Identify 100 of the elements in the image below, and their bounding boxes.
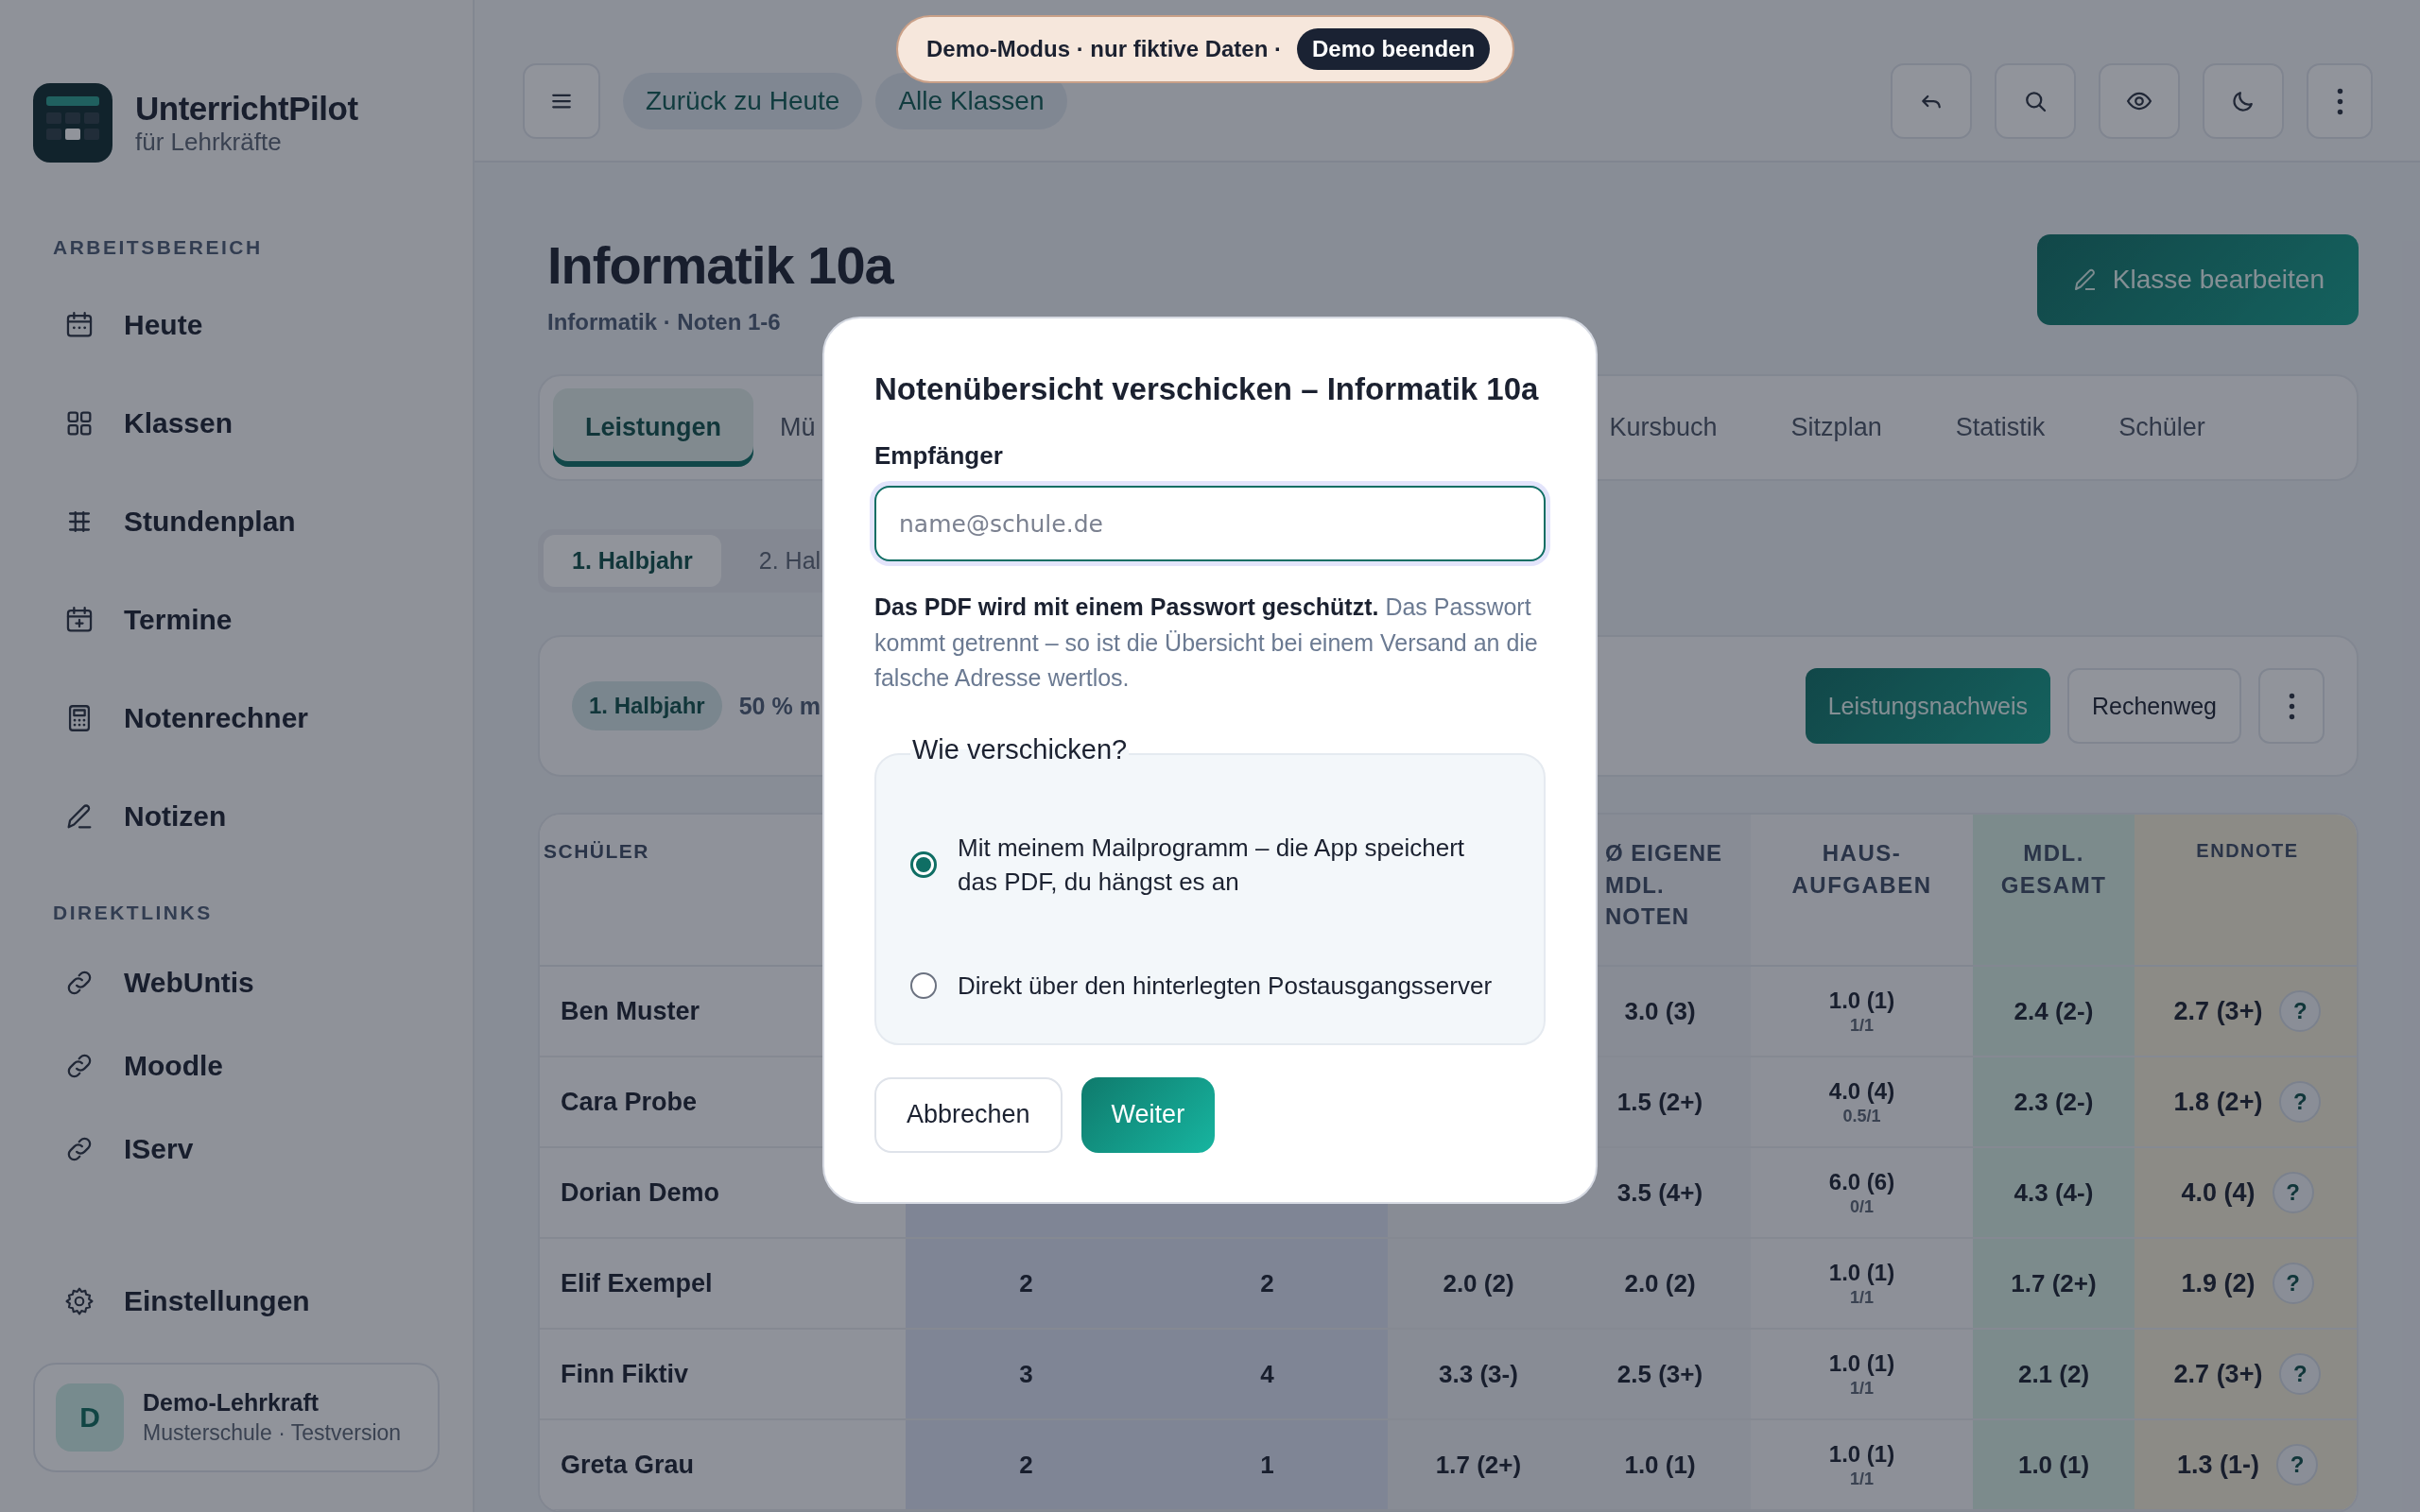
undo-button[interactable] [1891, 63, 1972, 139]
radio-button[interactable] [910, 972, 937, 1000]
settings-icon [63, 1285, 95, 1317]
student-name: Ben Muster [561, 996, 700, 1026]
page-title: Informatik 10a [547, 234, 893, 296]
weighting-text: 50 % m [738, 692, 821, 720]
sidebar-item[interactable]: IServ [33, 1108, 440, 1191]
final-grade: 2.7 (3+) [2173, 996, 2263, 1026]
help-button[interactable]: ? [2279, 1081, 2322, 1123]
grade-cell: 1.0 (1) [1828, 987, 1895, 1014]
menu-button[interactable] [523, 63, 600, 139]
app-tagline: für Lehrkräfte [135, 127, 283, 157]
grade-cell: 2 [1019, 1450, 1033, 1480]
semester-badge: 1. Halbjahr [572, 681, 722, 730]
radio-button[interactable] [910, 850, 937, 878]
column-header: HAUS-AUFGABEN [1790, 839, 1933, 900]
sidebar-item[interactable]: Moodle [33, 1024, 440, 1108]
preview-button[interactable] [2099, 63, 2180, 139]
grade-cell: 3 [1019, 1359, 1033, 1389]
student-name: Greta Grau [561, 1450, 695, 1480]
more-icon [2336, 87, 2343, 115]
grade-cell: 2.1 (2) [2017, 1359, 2090, 1389]
sidebar-item[interactable]: Notizen [33, 767, 440, 866]
help-button[interactable]: ? [2279, 990, 2322, 1032]
semester-tab[interactable]: 1. Halbjahr [544, 535, 721, 587]
user-subtitle: Musterschule · Testversion [143, 1420, 402, 1446]
grade-cell: 4 [1260, 1359, 1274, 1389]
final-grade: 1.9 (2) [2181, 1268, 2256, 1298]
grade-cell: 3.3 (3-) [1439, 1359, 1518, 1389]
cancel-button[interactable]: Abbrechen [874, 1076, 1063, 1153]
grade-cell: 1.7 (2+) [1435, 1450, 1522, 1480]
help-button[interactable]: ? [2279, 1353, 2322, 1395]
grade-cell: 2 [1019, 1268, 1033, 1298]
field-label: Empfänger [874, 441, 1004, 471]
sidebar-item[interactable]: Klassen [33, 374, 440, 472]
final-grade: 4.0 (4) [2181, 1177, 2256, 1208]
sidebar-item[interactable]: WebUntis [33, 941, 440, 1024]
user-card[interactable]: D Demo-Lehrkraft Musterschule · Testversion [33, 1363, 440, 1472]
sidebar-item[interactable]: Stundenplan [33, 472, 440, 571]
dialog-title: Notenübersicht verschicken – Informatik 10a [874, 371, 1540, 407]
end-demo-button[interactable]: Demo beenden [1297, 28, 1491, 70]
homework-count: 1/1 [1850, 1287, 1874, 1308]
grade-cell: 6.0 (6) [1828, 1168, 1895, 1195]
column-header: ENDNOTE [2196, 839, 2299, 863]
continue-button[interactable]: Weiter [1080, 1076, 1216, 1153]
option-label: Direkt über den hinterlegten Postausgangsserver [958, 971, 1493, 1003]
recipient-field[interactable]: name@schule.de [874, 486, 1546, 561]
search-button[interactable] [1995, 63, 2076, 139]
calculation-button[interactable]: Rechenweg [2066, 668, 2241, 744]
tab[interactable]: Sitzplan [1754, 388, 1919, 467]
section-heading: ARBEITSBEREICH [53, 236, 264, 259]
grade-cell: 1.0 (1) [1828, 1259, 1895, 1286]
student-name: Cara Probe [561, 1087, 698, 1117]
grade-cell: 4.3 (4-) [2014, 1177, 2094, 1208]
homework-count: 0.5/1 [1842, 1106, 1881, 1126]
demo-text: Demo-Modus · nur fiktive Daten · [926, 36, 1283, 62]
edit-class-button[interactable]: Klasse bearbeiten [2036, 234, 2359, 325]
grade-cell: 2.0 (2) [1443, 1268, 1514, 1298]
student-name: Dorian Demo [561, 1177, 720, 1208]
grade-cell: 1.7 (2+) [2011, 1268, 2097, 1298]
column-header: MDL. GESAMT [1999, 839, 2108, 900]
student-name: Finn Fiktiv [561, 1359, 688, 1389]
homework-count: 1/1 [1850, 1378, 1874, 1399]
column-header: Ø EIGENE MDL. NOTEN [1605, 839, 1724, 932]
more-button[interactable] [2307, 63, 2373, 139]
grade-cell: 3.5 (4+) [1616, 1177, 1703, 1208]
grade-cell: 1 [1260, 1450, 1274, 1480]
page-subtitle: Informatik · Noten 1-6 [547, 309, 782, 335]
column-header: SCHÜLER [544, 839, 649, 864]
grade-cell: 2.4 (2-) [2014, 996, 2094, 1026]
help-button[interactable]: ? [2272, 1263, 2314, 1304]
tab[interactable]: Leistungen [553, 388, 753, 467]
grade-cell: 1.0 (1) [1624, 1450, 1696, 1480]
final-grade: 1.3 (1-) [2177, 1450, 2259, 1480]
grade-cell: 2.5 (3+) [1616, 1359, 1703, 1389]
more-button[interactable] [2258, 668, 2325, 744]
grade-cell: 2.0 (2) [1624, 1268, 1696, 1298]
grade-cell: 3.0 (3) [1624, 996, 1696, 1026]
final-grade: 1.8 (2+) [2173, 1087, 2263, 1117]
sidebar-item[interactable]: Termine [33, 571, 440, 669]
theme-button[interactable] [2203, 63, 2284, 139]
sidebar-item[interactable]: Notenrechner [33, 669, 440, 767]
user-name: Demo-Lehrkraft [143, 1389, 320, 1417]
nav-link[interactable]: Zurück zu Heute [623, 73, 863, 129]
final-grade: 2.7 (3+) [2173, 1359, 2263, 1389]
tab[interactable]: Statistik [1918, 388, 2083, 467]
sidebar-item[interactable]: Heute [33, 276, 440, 374]
grade-cell: 2.3 (2-) [2014, 1087, 2094, 1117]
password-note: Das PDF wird mit einem Passwort geschützt. Das Passwort kommt getrennt – so ist die Übersicht bei einem Versand an die falsche Adresse wertlos. [874, 593, 1539, 693]
grade-cell: 1.0 (1) [1828, 1349, 1895, 1377]
grade-cell: 1.0 (1) [1828, 1440, 1895, 1468]
homework-count: 1/1 [1850, 1015, 1874, 1036]
tab[interactable]: Schüler [2082, 388, 2242, 467]
certificate-button[interactable]: Leistungsnachweis [1805, 668, 2050, 744]
settings-item[interactable]: Einstellungen [33, 1259, 440, 1344]
grade-cell: 4.0 (4) [1828, 1077, 1895, 1105]
help-button[interactable]: ? [2272, 1172, 2314, 1213]
help-button[interactable]: ? [2276, 1444, 2318, 1486]
app-name: UnterrichtPilot [135, 89, 358, 128]
grade-cell: 1.0 (1) [2017, 1450, 2090, 1480]
